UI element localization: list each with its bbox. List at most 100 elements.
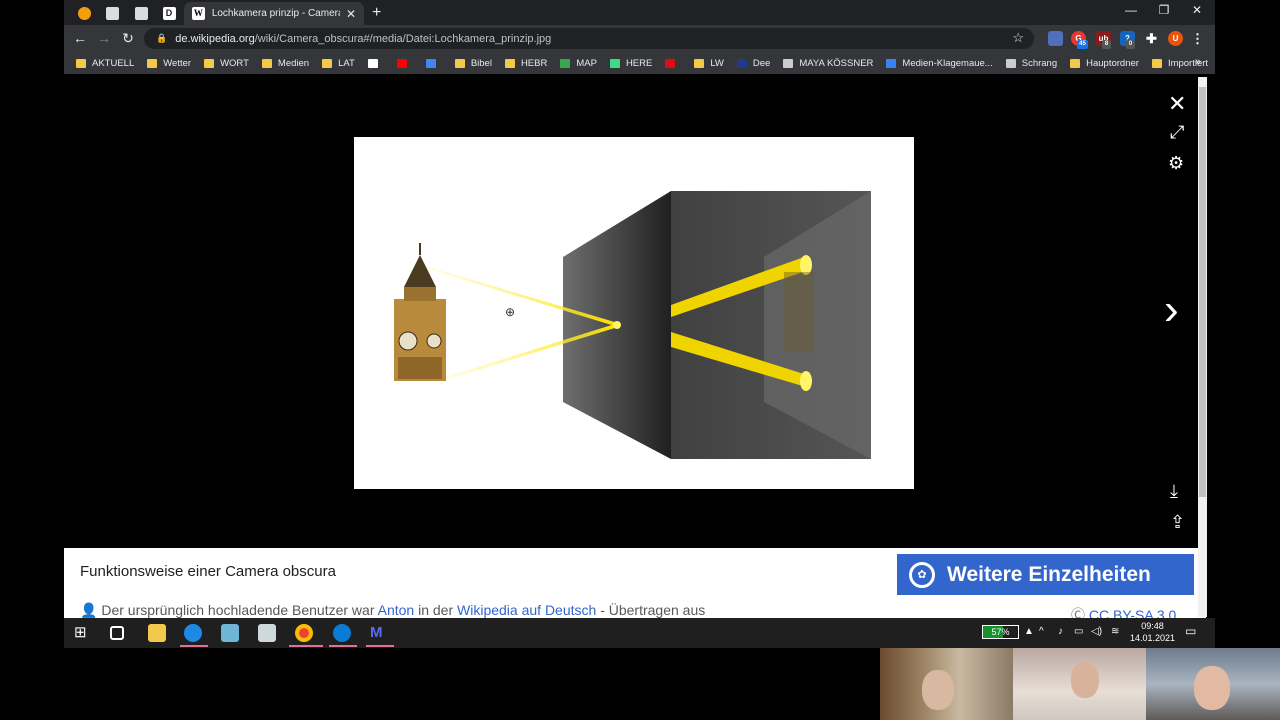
- task-view-icon[interactable]: [110, 626, 124, 640]
- address-bar[interactable]: 🔒 de.wikipedia.org/wiki/Camera_obscura#/…: [144, 28, 1034, 49]
- webcam-participant-3: [1146, 648, 1280, 720]
- bookmark-item[interactable]: AKTUELL: [76, 58, 134, 69]
- next-image-icon[interactable]: ›: [1164, 288, 1179, 332]
- viewer-close-icon[interactable]: ✕: [1168, 91, 1186, 117]
- extension-badge: 45: [1077, 40, 1088, 49]
- participant-face: [1194, 666, 1230, 710]
- flame-icon: [77, 6, 91, 20]
- restore-button[interactable]: ❐: [1149, 3, 1179, 17]
- app-indicator: [180, 645, 208, 647]
- url-domain: de.wikipedia.org: [175, 32, 255, 45]
- skype-icon[interactable]: [333, 624, 351, 642]
- battery-indicator[interactable]: 57%: [982, 625, 1019, 639]
- bookmarks-bar: AKTUELL Wetter WORT Medien LAT Bibel HEBR MAP HE…: [64, 52, 1215, 74]
- bookmark-icon: [322, 58, 333, 68]
- bookmark-item[interactable]: [396, 58, 413, 68]
- bookmark-icon: [147, 58, 158, 68]
- tray-flame-icon[interactable]: ▲: [1024, 626, 1034, 637]
- bookmark-icon: [76, 58, 86, 68]
- thunderbird-icon[interactable]: [184, 624, 202, 642]
- bookmark-item[interactable]: Medien: [261, 58, 309, 69]
- bookmark-label: MAYA KÖSSNER: [799, 57, 874, 69]
- bookmark-item[interactable]: Medien-Klagemaue...: [886, 57, 993, 69]
- bookmark-star-icon[interactable]: ☆: [1012, 30, 1024, 46]
- grid-icon: [134, 6, 148, 20]
- bookmark-item[interactable]: HEBR: [504, 58, 547, 69]
- calculator-icon[interactable]: [258, 624, 276, 642]
- extension-badge: 8: [1102, 40, 1111, 49]
- chrome-icon[interactable]: [295, 624, 313, 642]
- wikipedia-link[interactable]: Wikipedia auf Deutsch: [457, 602, 596, 618]
- forward-button[interactable]: →: [94, 30, 114, 46]
- bookmark-label: Importiert: [1167, 57, 1209, 69]
- notepad-icon[interactable]: [221, 624, 239, 642]
- url-path: /wiki/Camera_obscura#/media/Datei:Lochka…: [254, 32, 552, 45]
- webcam-participant-2: [1013, 648, 1146, 720]
- bookmark-item[interactable]: LAT: [322, 58, 355, 69]
- camera-obscura-illustration: [394, 191, 871, 459]
- file-explorer-icon[interactable]: [148, 624, 166, 642]
- uploader-prefix: Der ursprünglich hochladende Benutzer wa…: [101, 602, 378, 618]
- bookmark-label: Medien-Klagemaue...: [902, 57, 993, 69]
- bookmark-item[interactable]: HERE: [609, 58, 652, 69]
- notifications-icon[interactable]: ▭: [1185, 624, 1196, 638]
- window-close-button[interactable]: ✕: [1182, 3, 1212, 17]
- reload-button[interactable]: ↻: [118, 30, 138, 47]
- system-clock[interactable]: 09:48 14.01.2021: [1130, 620, 1175, 644]
- new-tab-button[interactable]: +: [372, 4, 381, 22]
- pinned-tab-1[interactable]: [70, 3, 98, 23]
- bookmark-item[interactable]: Wetter: [147, 58, 191, 69]
- scrollbar[interactable]: [1198, 77, 1207, 617]
- pinned-tab-4[interactable]: D: [155, 3, 183, 23]
- pinned-tab-3[interactable]: [127, 3, 155, 23]
- bookmark-item[interactable]: [665, 58, 681, 68]
- gear-icon[interactable]: ⚙: [1168, 153, 1184, 174]
- bookmark-icon: [367, 58, 378, 68]
- uploader-user-link[interactable]: Anton: [378, 602, 415, 618]
- lochkamera-image[interactable]: [354, 137, 914, 489]
- kebab-menu-icon[interactable]: ⋮: [1190, 31, 1205, 46]
- more-details-button[interactable]: ✿ Weitere Einzelheiten: [897, 554, 1194, 595]
- bookmark-item[interactable]: Dee: [736, 58, 770, 69]
- bookmark-item[interactable]: MAP: [560, 58, 597, 69]
- chevron-up-icon[interactable]: ^: [1039, 626, 1044, 637]
- mic-icon[interactable]: ♪: [1058, 626, 1063, 637]
- bookmark-item[interactable]: LW: [694, 58, 724, 69]
- meet-icon[interactable]: M: [370, 624, 388, 642]
- tab-close-icon[interactable]: ✕: [346, 7, 356, 21]
- bookmark-item[interactable]: MAYA KÖSSNER: [783, 58, 873, 69]
- windows-start-icon[interactable]: ⊞: [74, 624, 92, 642]
- bookmark-icon: [1005, 58, 1016, 68]
- bookmark-icon: [504, 58, 515, 68]
- app-indicator-active: [289, 645, 323, 647]
- translate-extension-icon[interactable]: [1048, 31, 1063, 46]
- bookmark-item[interactable]: Schrang: [1005, 58, 1057, 69]
- puzzle-icon[interactable]: ✚: [1144, 31, 1159, 46]
- bookmark-item[interactable]: Bibel: [454, 58, 492, 69]
- bookmark-item[interactable]: Hauptordner: [1070, 58, 1139, 69]
- volume-icon[interactable]: ◁): [1091, 626, 1102, 637]
- share-icon[interactable]: ⇪: [1170, 512, 1185, 533]
- bookmark-icon: [886, 58, 897, 68]
- pinned-tab-2[interactable]: [98, 3, 126, 23]
- participant-face: [1071, 662, 1099, 698]
- webcam-participant-1: [880, 648, 1013, 720]
- uploader-mid: in der: [414, 602, 458, 618]
- bookmark-label: LW: [710, 57, 724, 69]
- bookmark-item[interactable]: [367, 58, 384, 68]
- wifi-icon[interactable]: ≋: [1111, 626, 1119, 637]
- minimize-button[interactable]: —: [1116, 3, 1146, 17]
- profile-avatar[interactable]: U: [1168, 31, 1183, 46]
- bookmarks-overflow-icon[interactable]: »: [1195, 56, 1201, 68]
- zoom-in-cursor-icon: ⊕: [505, 305, 516, 319]
- bookmark-item[interactable]: WORT: [204, 58, 249, 69]
- bookmark-icon: [454, 58, 465, 68]
- scrollbar-thumb[interactable]: [1199, 87, 1206, 497]
- bookmark-item[interactable]: [425, 58, 442, 68]
- back-button[interactable]: ←: [70, 30, 90, 46]
- download-icon[interactable]: ⤓: [1170, 481, 1178, 502]
- battery-tray-icon[interactable]: ▭: [1074, 626, 1083, 637]
- fullscreen-icon[interactable]: ⤢: [1170, 122, 1184, 143]
- tab-active[interactable]: W Lochkamera prinzip - Camera obscura ✕: [184, 2, 364, 25]
- clock-date: 14.01.2021: [1130, 633, 1176, 643]
